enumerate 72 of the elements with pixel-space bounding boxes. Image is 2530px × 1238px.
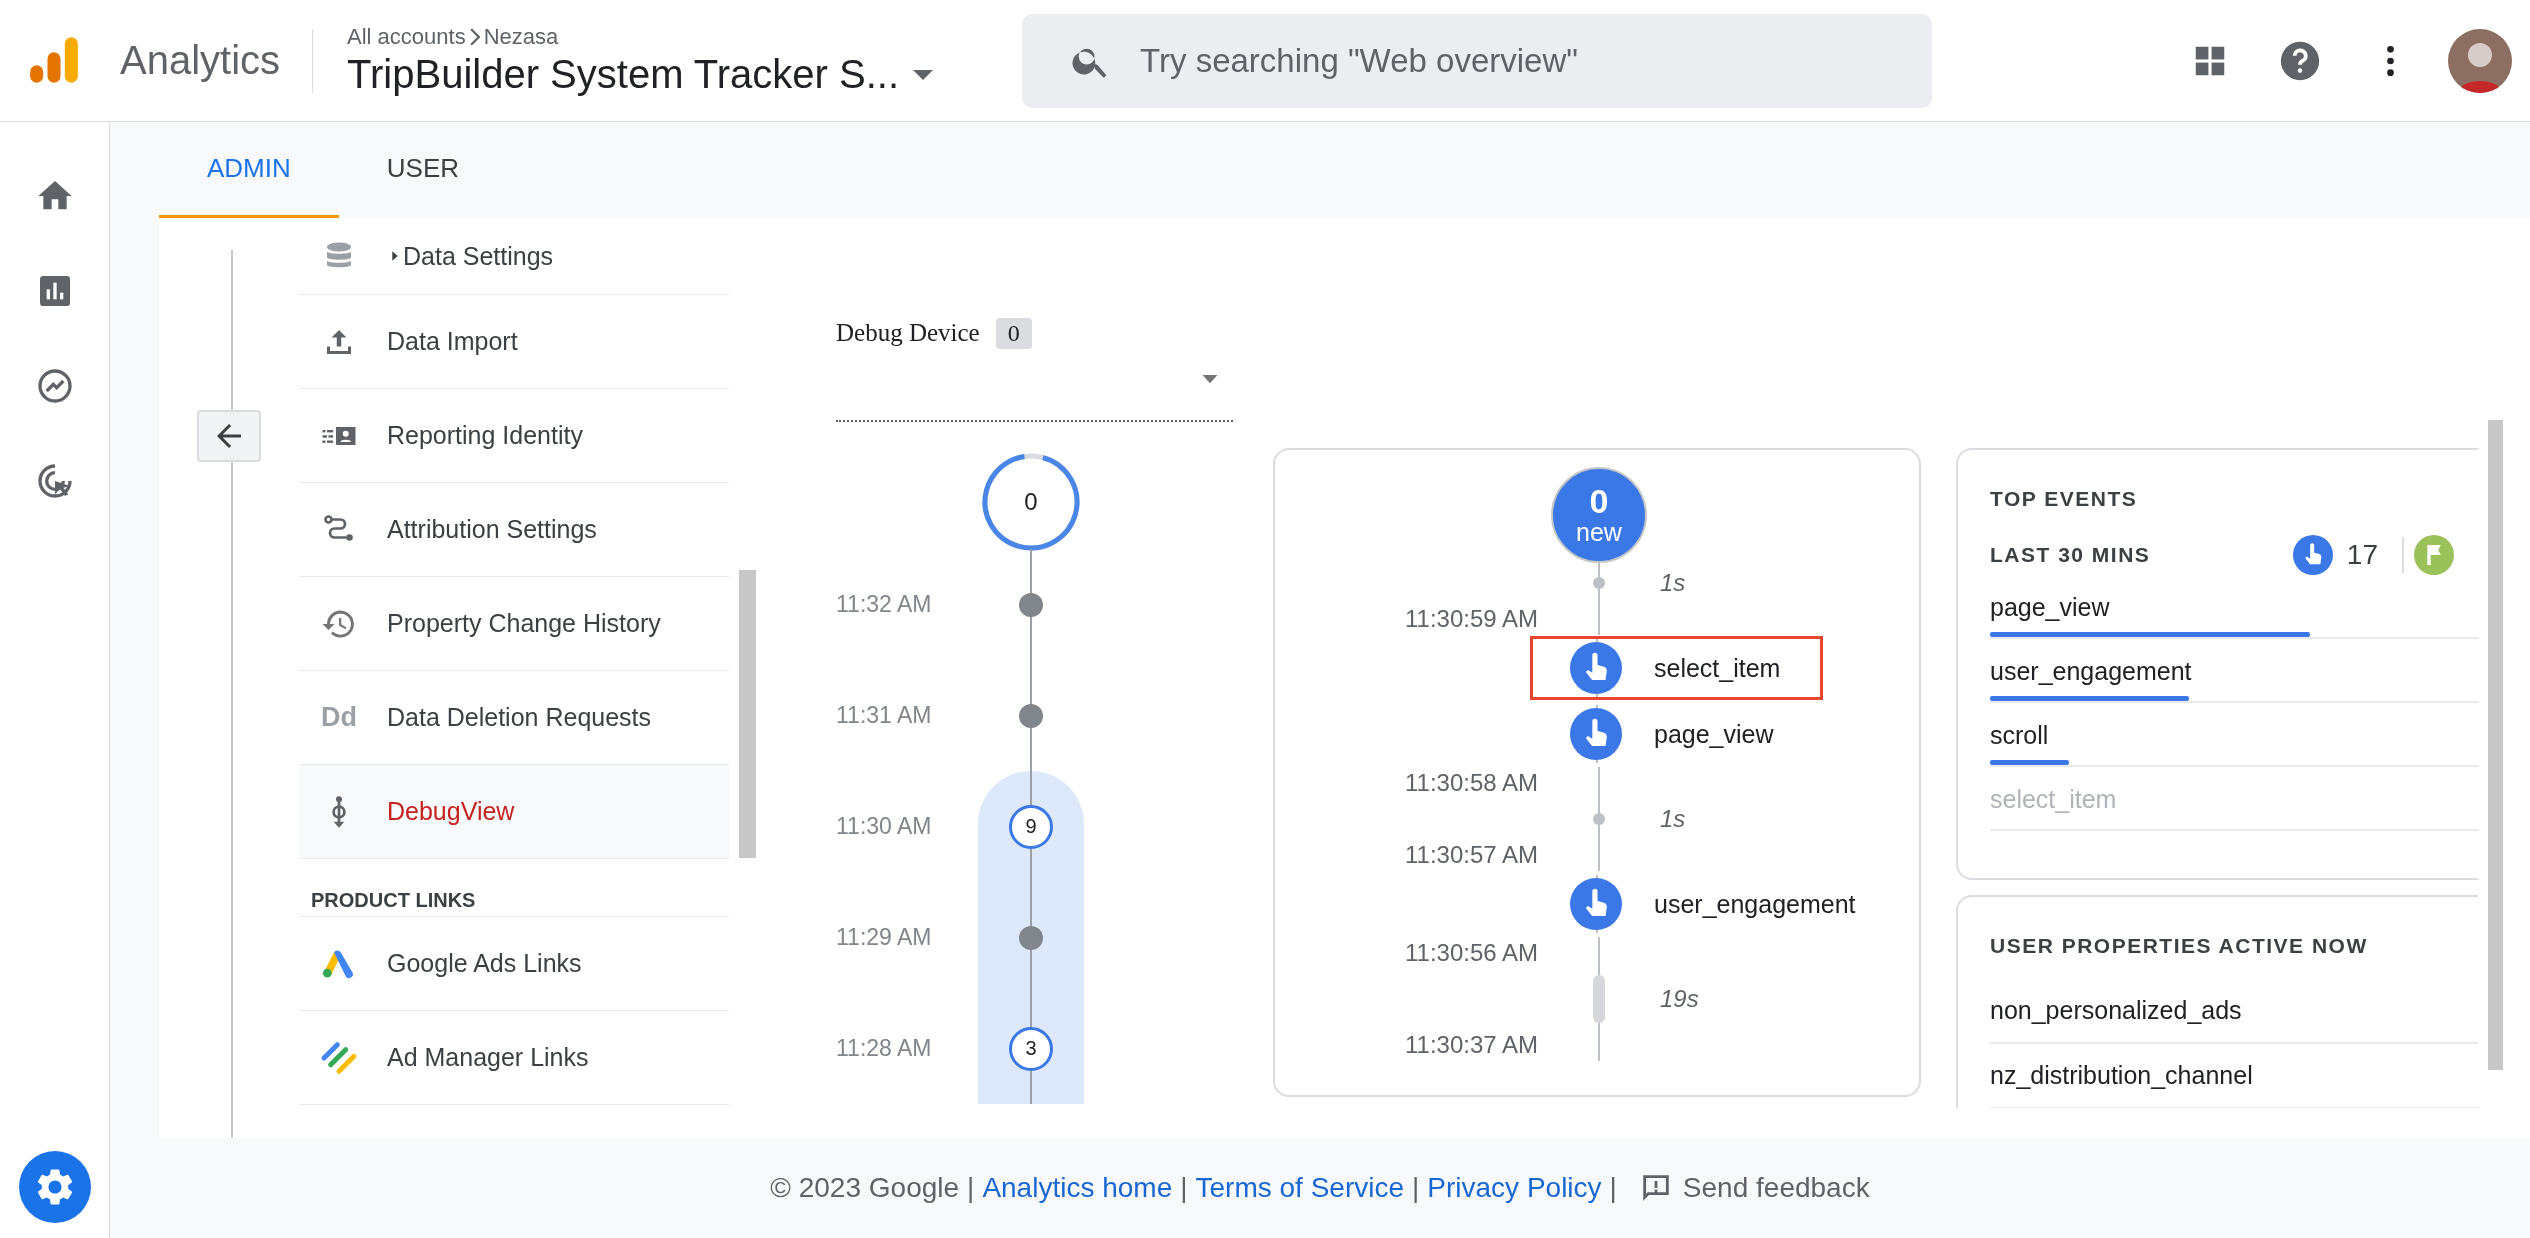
event-name[interactable]: user_engagement [1990, 657, 2478, 686]
separator: | [967, 1172, 975, 1204]
nav-item[interactable]: Data Import [299, 295, 729, 389]
minute-time: 11:31 AM [836, 702, 932, 729]
more-vertical-icon [2385, 45, 2395, 76]
second-time: 11:30:58 AM [1405, 769, 1538, 797]
breadcrumb-link[interactable]: Nezasa [483, 24, 559, 50]
back-button[interactable] [197, 410, 261, 462]
event-name[interactable]: scroll [1990, 721, 2478, 750]
second-time: 11:30:59 AM [1405, 605, 1538, 633]
property-name[interactable]: non_personalized_ads [1990, 996, 2242, 1025]
flag-icon [2414, 535, 2454, 575]
minute-dot[interactable] [1019, 592, 1043, 617]
new-count-badge: 0 new [1551, 467, 1647, 563]
nav-item[interactable]: DebugView [299, 765, 729, 859]
card-title: USER PROPERTIES ACTIVE NOW [1990, 933, 2369, 959]
gap-duration: 1s [1660, 805, 1686, 833]
dd-glyph-icon: Dd [321, 702, 357, 733]
breadcrumb-link[interactable]: All accounts [347, 24, 466, 50]
property-dropdown[interactable] [913, 69, 934, 80]
card-subtitle: LAST 30 MINS [1990, 543, 2151, 567]
pause-bar [1593, 975, 1605, 1023]
footer-link[interactable]: Analytics home [982, 1172, 1173, 1204]
scrollbar-thumb[interactable] [2488, 420, 2503, 1070]
nav-item[interactable]: Property Change History [299, 577, 729, 671]
nav-item[interactable]: Attribution Settings [299, 483, 729, 577]
search-field[interactable]: Try searching "Web overview" [1022, 13, 1933, 108]
tab[interactable]: USER [338, 122, 508, 218]
nav-item[interactable]: Ad Manager Links [299, 1011, 729, 1105]
second-time: 11:30:56 AM [1405, 939, 1538, 967]
hand-pointer-icon [1570, 708, 1622, 760]
separator: | [1412, 1172, 1420, 1204]
device-label: Debug Device [836, 319, 980, 347]
feedback-button[interactable]: Send feedback [1638, 1171, 1870, 1205]
nav-item[interactable]: Data Settings [299, 218, 729, 295]
event-count: 17 [2346, 539, 2378, 571]
chevron-right-icon [469, 28, 480, 46]
footer-link[interactable]: Privacy Policy [1427, 1172, 1602, 1204]
minute-time: 11:30 AM [836, 813, 932, 840]
second-time: 11:30:37 AM [1405, 1031, 1538, 1059]
minute-time: 11:32 AM [836, 591, 932, 618]
minute-time: 11:28 AM [836, 1035, 932, 1062]
separator: | [1180, 1172, 1188, 1204]
device-count: 0 [995, 317, 1032, 349]
copyright: © 2023 Google [770, 1172, 960, 1204]
caret-down-icon [913, 69, 934, 80]
section-heading: PRODUCT LINKS [299, 859, 729, 917]
hand-pointer-icon [1570, 642, 1622, 694]
gap-dot [1593, 813, 1605, 825]
gap-dot [1593, 577, 1605, 589]
minute-time: 11:29 AM [836, 924, 932, 951]
count-ring: 0 [981, 452, 1081, 552]
hand-pointer-icon [1570, 878, 1622, 930]
hand-pointer-icon [2292, 535, 2333, 575]
nav-item[interactable]: Reporting Identity [299, 389, 729, 483]
gap-duration: 19s [1660, 985, 1699, 1013]
event-name[interactable]: page_view [1990, 593, 2478, 622]
event-row[interactable]: select_item [1530, 636, 1824, 700]
property-name[interactable]: nz_distribution_channel [1990, 1061, 2253, 1090]
property-name[interactable]: TripBuilder System Tracker S... [347, 52, 900, 97]
minute-dot[interactable] [1019, 703, 1043, 728]
separator: | [1609, 1172, 1617, 1204]
card-title: TOP EVENTS [1990, 486, 2139, 512]
second-time: 11:30:57 AM [1405, 841, 1538, 869]
minute-count[interactable]: 9 [1009, 804, 1053, 849]
minute-dot[interactable] [1019, 925, 1043, 950]
product-name: Analytics [120, 38, 281, 83]
minute-count[interactable]: 3 [1009, 1026, 1053, 1071]
gap-duration: 1s [1660, 569, 1686, 597]
footer-link[interactable]: Terms of Service [1195, 1172, 1405, 1204]
scrollbar-thumb[interactable] [739, 570, 756, 858]
nav-item[interactable]: Google Ads Links [299, 917, 729, 1011]
